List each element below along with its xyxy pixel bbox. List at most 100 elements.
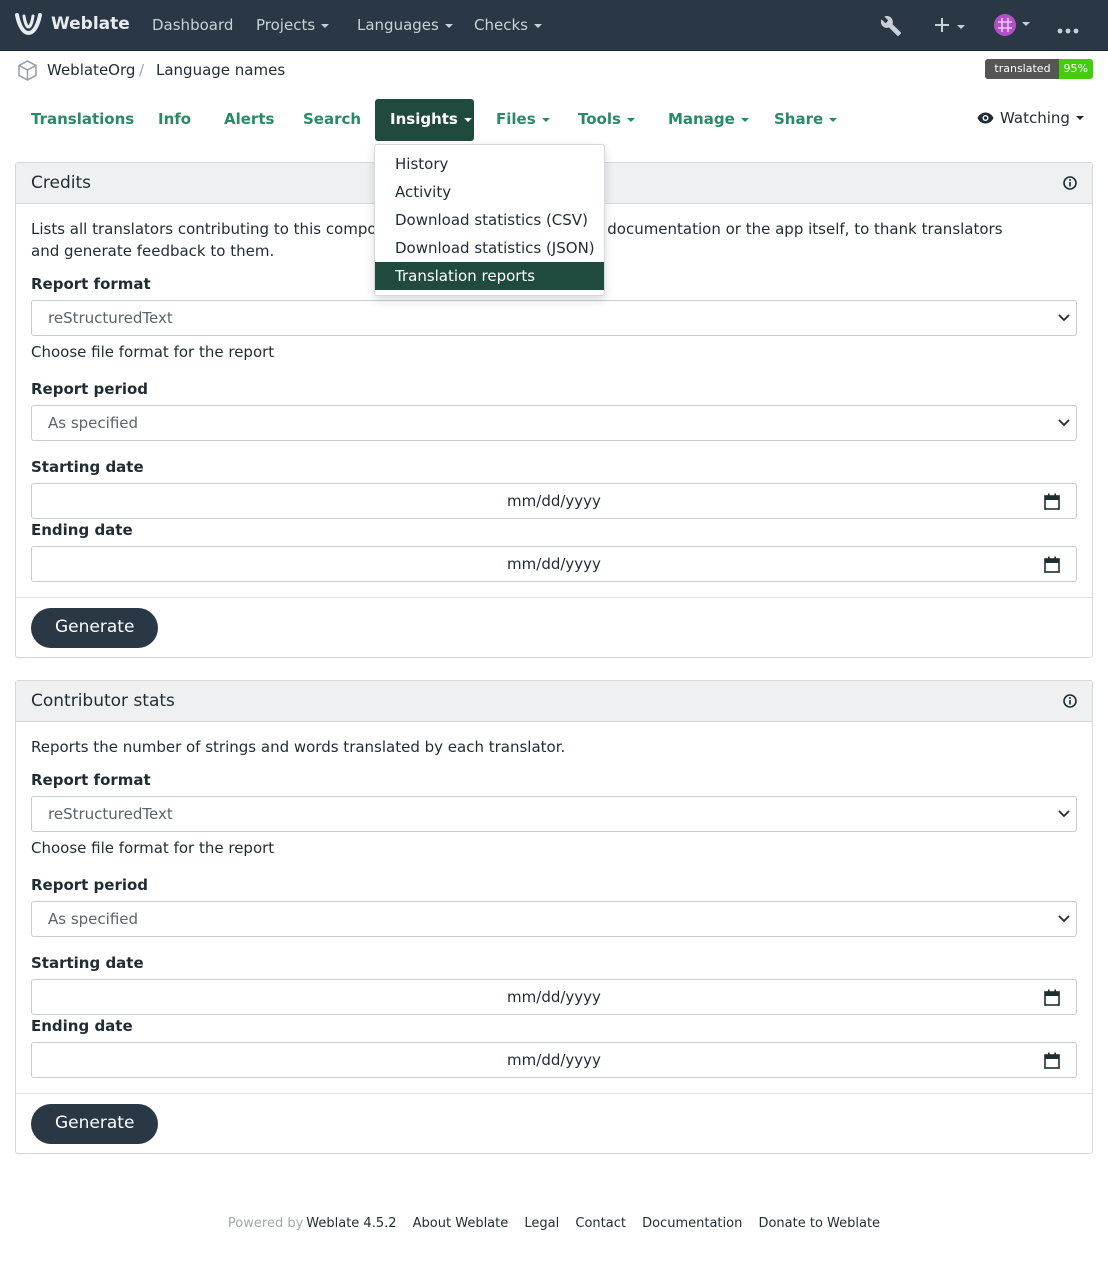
tab-search[interactable]: Search bbox=[288, 99, 376, 141]
watching-dropdown[interactable]: Watching bbox=[977, 109, 1084, 127]
contributor-stats-panel: Contributor stats Reports the number of … bbox=[15, 680, 1093, 1154]
calendar-icon[interactable] bbox=[1044, 493, 1060, 510]
report-period-label: Report period bbox=[31, 876, 149, 894]
tab-insights[interactable]: Insights bbox=[375, 99, 474, 141]
credits-description-line2: and generate feedback to them. bbox=[31, 242, 275, 260]
nav-languages-label: Languages bbox=[357, 16, 439, 34]
tab-files[interactable]: Files bbox=[481, 99, 565, 141]
tab-tools[interactable]: Tools bbox=[563, 99, 650, 141]
info-icon[interactable] bbox=[1063, 176, 1077, 190]
ending-date-label: Ending date bbox=[31, 1017, 133, 1035]
tab-translations-label: Translations bbox=[31, 110, 135, 128]
badge-label: translated bbox=[985, 59, 1059, 79]
badge-value: 95% bbox=[1058, 59, 1093, 79]
contributor-stats-title: Contributor stats bbox=[31, 691, 175, 711]
nav-languages[interactable]: Languages bbox=[357, 16, 453, 34]
caret-down-icon bbox=[533, 23, 542, 28]
tab-manage[interactable]: Manage bbox=[653, 99, 764, 141]
contributor-stats-panel-footer: Generate bbox=[16, 1093, 1092, 1153]
breadcrumb: WeblateOrg / Language names translated 9… bbox=[0, 51, 1108, 89]
generate-button[interactable]: Generate bbox=[31, 608, 159, 648]
chevron-down-icon bbox=[1058, 419, 1070, 427]
caret-down-icon bbox=[740, 117, 749, 122]
footer-link-documentation[interactable]: Documentation bbox=[642, 1216, 742, 1231]
tab-info[interactable]: Info bbox=[143, 99, 206, 141]
caret-down-icon bbox=[541, 117, 550, 122]
nav-dashboard[interactable]: Dashboard bbox=[152, 16, 233, 34]
ending-date-input[interactable]: mm/dd/yyyy bbox=[31, 1042, 1077, 1078]
menu-item-download-json[interactable]: Download statistics (JSON) bbox=[375, 234, 604, 262]
add-menu[interactable] bbox=[933, 15, 965, 39]
starting-date-input[interactable]: mm/dd/yyyy bbox=[31, 979, 1077, 1015]
menu-item-translation-reports[interactable]: Translation reports bbox=[375, 262, 604, 290]
tab-alerts[interactable]: Alerts bbox=[209, 99, 289, 141]
report-format-select[interactable]: reStructuredText bbox=[31, 796, 1077, 832]
breadcrumb-separator: / bbox=[139, 61, 145, 79]
weblate-logo-icon bbox=[15, 13, 42, 36]
credits-panel-footer: Generate bbox=[16, 597, 1092, 657]
generate-button[interactable]: Generate bbox=[31, 1104, 159, 1144]
plus-icon bbox=[935, 18, 949, 32]
calendar-icon[interactable] bbox=[1044, 989, 1060, 1006]
caret-down-icon bbox=[1075, 116, 1084, 120]
menu-item-download-csv[interactable]: Download statistics (CSV) bbox=[375, 206, 604, 234]
footer-link-donate[interactable]: Donate to Weblate bbox=[758, 1216, 880, 1231]
user-menu[interactable] bbox=[994, 14, 1030, 40]
report-period-select[interactable]: As specified bbox=[31, 405, 1077, 441]
report-format-value: reStructuredText bbox=[48, 805, 173, 823]
tab-files-label: Files bbox=[496, 110, 536, 128]
date-placeholder: mm/dd/yyyy bbox=[507, 555, 601, 573]
report-period-value: As specified bbox=[48, 414, 139, 432]
calendar-icon[interactable] bbox=[1044, 1052, 1060, 1069]
footer-version-link[interactable]: Weblate 4.5.2 bbox=[306, 1216, 396, 1231]
date-placeholder: mm/dd/yyyy bbox=[507, 1051, 601, 1069]
credits-title: Credits bbox=[31, 173, 91, 193]
calendar-icon[interactable] bbox=[1044, 556, 1060, 573]
footer-link-contact[interactable]: Contact bbox=[575, 1216, 626, 1231]
report-format-help: Choose file format for the report bbox=[31, 343, 275, 361]
wrench-icon[interactable] bbox=[880, 15, 902, 41]
top-navbar: Weblate Dashboard Projects Languages Che… bbox=[0, 0, 1108, 51]
breadcrumb-project[interactable]: WeblateOrg bbox=[47, 61, 135, 79]
report-format-help: Choose file format for the report bbox=[31, 839, 275, 857]
caret-down-icon bbox=[463, 117, 472, 122]
tab-insights-label: Insights bbox=[390, 110, 458, 128]
breadcrumb-component[interactable]: Language names bbox=[156, 61, 285, 79]
tab-share-label: Share bbox=[774, 110, 824, 128]
nav-checks[interactable]: Checks bbox=[474, 16, 542, 34]
translation-status-badge[interactable]: translated 95% bbox=[985, 59, 1093, 79]
tab-share[interactable]: Share bbox=[759, 99, 852, 141]
eye-icon bbox=[977, 112, 994, 124]
menu-item-history[interactable]: History bbox=[375, 150, 604, 178]
report-period-value: As specified bbox=[48, 910, 139, 928]
powered-by-text: Powered by bbox=[227, 1216, 304, 1231]
tab-translations[interactable]: Translations bbox=[16, 99, 149, 141]
starting-date-input[interactable]: mm/dd/yyyy bbox=[31, 483, 1077, 519]
brand-name: Weblate bbox=[51, 14, 130, 34]
ending-date-label: Ending date bbox=[31, 521, 133, 539]
watching-label: Watching bbox=[1000, 109, 1070, 127]
footer-link-legal[interactable]: Legal bbox=[524, 1216, 559, 1231]
report-format-label: Report format bbox=[31, 275, 151, 293]
report-format-select[interactable]: reStructuredText bbox=[31, 300, 1077, 336]
caret-down-icon bbox=[829, 117, 838, 122]
caret-down-icon bbox=[626, 117, 635, 122]
ending-date-input[interactable]: mm/dd/yyyy bbox=[31, 546, 1077, 582]
tab-search-label: Search bbox=[303, 110, 362, 128]
tab-manage-label: Manage bbox=[668, 110, 735, 128]
starting-date-label: Starting date bbox=[31, 458, 144, 476]
page-footer: Powered by Weblate 4.5.2 About Weblate Le… bbox=[0, 1216, 1108, 1231]
tab-info-label: Info bbox=[158, 110, 192, 128]
footer-link-about[interactable]: About Weblate bbox=[413, 1216, 509, 1231]
project-logo-icon bbox=[18, 60, 37, 81]
more-icon[interactable] bbox=[1057, 22, 1079, 38]
info-icon[interactable] bbox=[1063, 694, 1077, 708]
nav-checks-label: Checks bbox=[474, 16, 528, 34]
report-period-label: Report period bbox=[31, 380, 149, 398]
brand[interactable]: Weblate bbox=[15, 11, 130, 37]
menu-item-activity[interactable]: Activity bbox=[375, 178, 604, 206]
nav-projects[interactable]: Projects bbox=[256, 16, 330, 34]
caret-down-icon bbox=[444, 23, 453, 28]
caret-down-icon bbox=[957, 25, 965, 29]
report-period-select[interactable]: As specified bbox=[31, 901, 1077, 937]
